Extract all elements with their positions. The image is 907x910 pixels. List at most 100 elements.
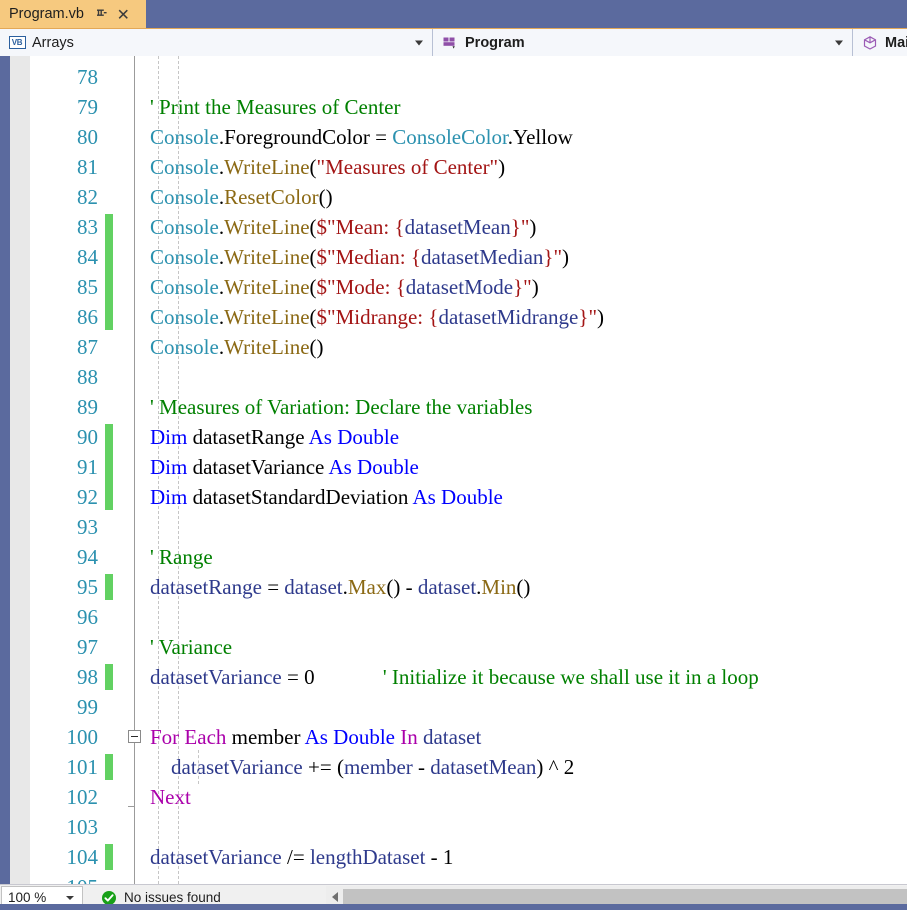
- code-token: As Double: [328, 455, 419, 479]
- document-tab-strip: Program.vb: [0, 0, 907, 28]
- code-token: As Double: [308, 425, 400, 449]
- breakpoint-margin[interactable]: [10, 56, 30, 884]
- project-dropdown-label: Arrays: [32, 34, 74, 51]
- code-token: datasetMedian: [420, 245, 544, 269]
- code-token: ): [562, 245, 570, 269]
- code-token: (: [309, 155, 317, 179]
- code-editor[interactable]: 78 79 80 81 82 83 84 85 86 87 88 89 90 91 92 93 94 95 96 97…: [10, 56, 907, 884]
- status-message: No issues found: [124, 890, 221, 905]
- chevron-down-icon[interactable]: [835, 40, 843, 45]
- chevron-down-icon[interactable]: [415, 40, 423, 45]
- code-line[interactable]: ' Range: [150, 542, 213, 572]
- line-number: 102: [66, 785, 99, 809]
- code-token: (: [309, 275, 317, 299]
- project-dropdown[interactable]: VB Arrays: [0, 29, 433, 56]
- code-line[interactable]: Console.ForegroundColor = ConsoleColor.Y…: [150, 122, 573, 152]
- code-token: /=: [281, 845, 310, 869]
- code-token: ' Measures of Variation: Declare the var…: [150, 395, 533, 419]
- line-number: 90: [77, 425, 98, 449]
- code-line[interactable]: Dim datasetStandardDeviation As Double: [150, 482, 503, 512]
- code-line[interactable]: Console.WriteLine($"Mode: {datasetMode}"…: [150, 272, 539, 302]
- code-token: Console: [150, 215, 219, 239]
- code-token: $"Midrange: {: [316, 305, 439, 329]
- code-line[interactable]: Console.WriteLine($"Mean: {datasetMean}"…: [150, 212, 536, 242]
- line-number: 95: [77, 575, 98, 599]
- code-line[interactable]: Dim datasetVariance As Double: [150, 452, 419, 482]
- line-number: 98: [77, 665, 98, 689]
- code-token: datasetMode: [405, 275, 514, 299]
- code-line[interactable]: datasetVariance /= lengthDataset - 1: [150, 842, 453, 872]
- line-number: 81: [77, 155, 98, 179]
- code-line[interactable]: datasetVariance = 0 ' Initialize it beca…: [150, 662, 759, 692]
- code-line[interactable]: Next: [150, 782, 191, 812]
- line-number: 84: [77, 245, 98, 269]
- line-number: 79: [77, 95, 98, 119]
- pin-icon[interactable]: [94, 7, 109, 22]
- window-bottom-edge: [0, 904, 907, 910]
- code-token: Console: [150, 245, 219, 269]
- scrollbar-thumb[interactable]: [343, 888, 907, 906]
- line-number: 88: [77, 365, 98, 389]
- code-token: Dim: [150, 485, 188, 509]
- chevron-down-icon[interactable]: [66, 895, 74, 900]
- code-token: Console: [150, 185, 219, 209]
- code-line[interactable]: For Each member As Double In dataset: [150, 722, 481, 752]
- code-token: In: [400, 725, 418, 749]
- code-token: datasetVariance: [150, 845, 282, 869]
- change-indicator-bar: [105, 574, 113, 600]
- code-token: $"Mean: {: [316, 215, 405, 239]
- code-line[interactable]: Console.WriteLine("Measures of Center"): [150, 152, 505, 182]
- type-dropdown[interactable]: Program: [433, 29, 853, 56]
- change-indicator-bar: [105, 424, 113, 510]
- code-token: $"Median: {: [316, 245, 421, 269]
- code-line[interactable]: Console.WriteLine($"Midrange: {datasetMi…: [150, 302, 604, 332]
- document-tab-program-vb[interactable]: Program.vb: [0, 0, 146, 28]
- code-token: datasetVariance: [150, 755, 303, 779]
- line-number: 82: [77, 185, 98, 209]
- code-line[interactable]: ' Variance: [150, 632, 232, 662]
- code-token: Next: [150, 785, 191, 809]
- code-token: Dim: [150, 425, 188, 449]
- code-line[interactable]: ' Measures of Variation: Declare the var…: [150, 392, 532, 422]
- line-number: 86: [77, 305, 98, 329]
- code-token: Min: [481, 575, 517, 599]
- code-text-area[interactable]: ' Print the Measures of Center Console.Fo…: [150, 56, 907, 884]
- code-token: WriteLine: [224, 155, 310, 179]
- collapse-outline-button[interactable]: [128, 730, 141, 743]
- code-token: $"Mode: {: [316, 275, 406, 299]
- code-token: Max: [347, 575, 387, 599]
- code-token: = 0: [281, 665, 383, 689]
- code-token: }": [510, 215, 530, 239]
- line-number: 103: [66, 815, 99, 839]
- code-token: Console: [150, 275, 219, 299]
- module-icon: [441, 34, 459, 52]
- close-icon[interactable]: [116, 7, 131, 22]
- code-token: - 1: [425, 845, 454, 869]
- code-line[interactable]: Console.WriteLine(): [150, 332, 324, 362]
- code-token: dataset: [284, 575, 343, 599]
- code-token: ' Initialize it because we shall use it …: [382, 665, 759, 689]
- code-token: ): [531, 275, 539, 299]
- code-token: datasetMean: [404, 215, 511, 239]
- editor-shell: 78 79 80 81 82 83 84 85 86 87 88 89 90 91 92 93 94 95 96 97…: [0, 56, 907, 884]
- code-line[interactable]: datasetVariance += (member - datasetMean…: [150, 752, 574, 782]
- code-token: (): [309, 335, 324, 359]
- code-line[interactable]: Dim datasetRange As Double: [150, 422, 399, 452]
- code-line[interactable]: ' Print the Measures of Center: [150, 92, 400, 122]
- code-token: As Double: [412, 485, 503, 509]
- navigation-bar: VB Arrays Program Ma: [0, 28, 907, 56]
- code-token: member: [226, 725, 305, 749]
- code-line[interactable]: datasetRange = dataset.Max() - dataset.M…: [150, 572, 530, 602]
- code-token: .Yellow: [507, 125, 573, 149]
- indent-guide-inner: [198, 750, 199, 784]
- outlining-margin[interactable]: [125, 56, 150, 884]
- code-line[interactable]: Console.WriteLine($"Median: {datasetMedi…: [150, 242, 569, 272]
- type-dropdown-label: Program: [465, 34, 525, 51]
- member-dropdown[interactable]: Main: [853, 29, 907, 56]
- code-line[interactable]: Console.ResetColor(): [150, 182, 333, 212]
- code-token: Console: [150, 305, 219, 329]
- code-token: (): [318, 185, 333, 209]
- code-token: datasetVariance: [187, 455, 329, 479]
- line-number: 78: [77, 65, 98, 89]
- code-token: Console: [150, 155, 219, 179]
